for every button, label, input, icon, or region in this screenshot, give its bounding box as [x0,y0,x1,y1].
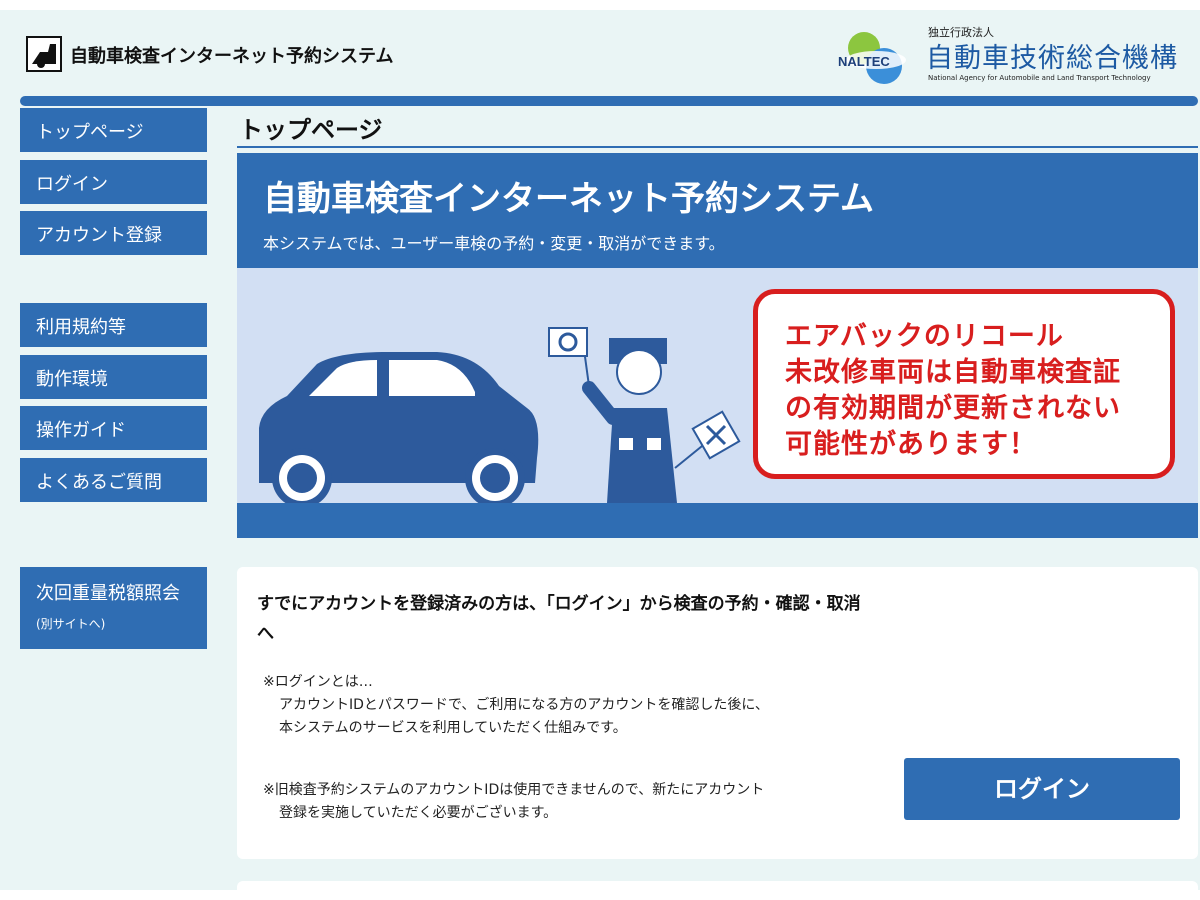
flag-x-icon [674,410,741,469]
system-logo-icon [26,36,62,72]
old-account-notice: ※旧検査予約システムのアカウントIDは使用できませんので、新たにアカウント 登録… [263,779,764,825]
sidebar-item-top-page[interactable]: トップページ [20,108,207,152]
recall-line-3: の有効期間が更新されない [785,393,1121,424]
recall-line-2: 未改修車両は自動車検査証 [785,357,1121,388]
title-divider [237,146,1198,148]
banner-footer-bar [237,503,1198,538]
sidebar-item-weight-tax-inquiry[interactable]: 次回重量税額照会 (別サイトへ) [20,567,207,649]
banner-title: 自動車検査インターネット予約システム [263,179,874,219]
sidebar-item-environment[interactable]: 動作環境 [20,355,207,399]
site-header: 自動車検査インターネット予約システム NALTEC 独立行政法人 自動車技術総合… [0,10,1200,106]
note-line: ※旧検査予約システムのアカウントIDは使用できませんので、新たにアカウント [263,782,765,798]
hero-banner: 自動車検査インターネット予約システム 本システムでは、ユーザー車検の予約・変更・… [237,153,1198,538]
note-line: 登録を実施していただく必要がございます。 [279,805,558,821]
naltec-logo-icon: NALTEC [836,26,916,90]
page-title: トップページ [239,116,383,144]
banner-header: 自動車検査インターネット予約システム 本システムでは、ユーザー車検の予約・変更・… [237,153,1198,268]
note-line: 本システムのサービスを利用していただく仕組みです。 [279,720,627,736]
org-name: 自動車技術総合機構 [926,43,1178,74]
org-english-name: National Agency for Automobile and Land … [928,74,1151,82]
sidebar-item-account-registration[interactable]: アカウント登録 [20,211,207,255]
external-site-note: (別サイトへ) [36,617,106,631]
recall-line-1: エアバックのリコール [785,321,1064,352]
inspector-icon [582,338,677,503]
sidebar-item-operation-guide[interactable]: 操作ガイド [20,406,207,450]
sidebar-item-faq[interactable]: よくあるご質問 [20,458,207,502]
org-logo-text: NALTEC [838,54,890,69]
sidebar-item-terms[interactable]: 利用規約等 [20,303,207,347]
login-info-card: すでにアカウントを登録済みの方は、「ログイン」から検査の予約・確認・取消へ ※ロ… [237,567,1198,859]
sidebar-item-label: 次回重量税額照会 [36,583,180,604]
card-heading: すでにアカウントを登録済みの方は、「ログイン」から検査の予約・確認・取消へ [257,594,861,644]
note-line: アカウントIDとパスワードで、ご利用になる方のアカウントを確認した後に、 [279,697,769,713]
login-button[interactable]: ログイン [904,758,1180,820]
banner-subtitle: 本システムでは、ユーザー車検の予約・変更・取消ができます。 [263,234,725,253]
system-title[interactable]: 自動車検査インターネット予約システム [70,42,393,68]
note-title: ※ログインとは… [263,674,373,690]
next-card [237,881,1198,900]
car-icon [259,352,539,503]
recall-notice: エアバックのリコール 未改修車両は自動車検査証 の有効期間が更新されない 可能性… [753,289,1175,479]
header-divider [20,96,1198,106]
sidebar-item-login[interactable]: ログイン [20,160,207,204]
recall-line-4: 可能性があります！ [785,429,1037,460]
login-explanation: ※ログインとは… アカウントIDとパスワードで、ご利用になる方のアカウントを確認… [263,671,769,740]
flag-o-icon [548,327,590,387]
